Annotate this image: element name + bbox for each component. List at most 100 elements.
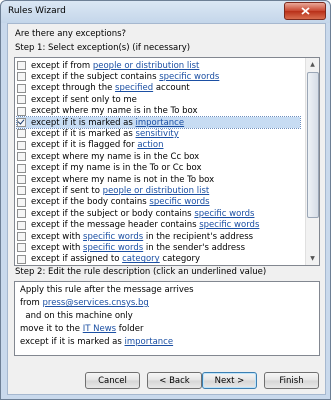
description-line: move it to the IT News folder — [20, 324, 144, 334]
condition-item[interactable]: except if the subject or body contains s… — [17, 208, 300, 219]
condition-text: except if it is flagged for — [31, 140, 138, 151]
condition-text: except where my name is in the To box — [31, 106, 198, 117]
description-text: move it to the — [20, 324, 83, 334]
condition-text: except if the message header contains — [31, 220, 200, 231]
condition-item[interactable]: except if the message header contains sp… — [17, 220, 300, 231]
condition-checkbox[interactable] — [17, 220, 26, 230]
back-button[interactable]: < Back — [147, 372, 202, 389]
condition-link[interactable]: specific words — [83, 243, 143, 253]
condition-checkbox[interactable] — [17, 186, 26, 196]
condition-text: except if it is marked as — [31, 128, 136, 139]
condition-text: except where my name is in the Cc box — [31, 151, 200, 162]
condition-checkbox[interactable] — [17, 72, 26, 82]
title-bar: Rules Wizard — [1, 1, 330, 21]
condition-link[interactable]: people or distribution list — [93, 61, 200, 71]
description-line: and on this machine only — [20, 311, 133, 321]
condition-item[interactable]: except if it is marked as sensitivity — [17, 128, 300, 139]
description-link[interactable]: importance — [125, 337, 174, 347]
scroll-thumb[interactable] — [307, 72, 319, 218]
condition-checkbox[interactable] — [17, 209, 26, 219]
condition-item[interactable]: except through the specified account — [17, 83, 300, 94]
condition-link[interactable]: category — [122, 254, 160, 264]
condition-link[interactable]: specific words — [199, 220, 259, 230]
close-button[interactable] — [284, 2, 326, 20]
condition-text: except if my name is in the To or Cc box — [31, 163, 202, 174]
condition-item[interactable]: except if the body contains specific wor… — [17, 197, 300, 208]
condition-item[interactable]: except if from people or distribution li… — [17, 60, 300, 71]
condition-checkbox[interactable] — [17, 129, 26, 139]
condition-link[interactable]: specified — [115, 83, 153, 93]
condition-text: except if it is marked as — [31, 117, 136, 128]
condition-link[interactable]: people or distribution list — [103, 186, 210, 196]
condition-item[interactable]: except if sent to people or distribution… — [17, 185, 300, 196]
scroll-down-icon[interactable]: ▼ — [307, 253, 318, 264]
condition-checkbox[interactable] — [17, 83, 26, 93]
condition-link[interactable]: specific words — [149, 197, 209, 207]
dialog-body: Are there any exceptions? Step 1: Select… — [7, 23, 326, 395]
condition-text: except with — [31, 242, 84, 253]
description-text: from — [20, 298, 43, 308]
condition-text: except if the subject contains — [31, 71, 160, 82]
condition-text-suffix: category — [159, 254, 200, 265]
exceptions-list[interactable]: except if from people or distribution li… — [14, 57, 320, 266]
condition-item[interactable]: except where my name is in the Cc box — [17, 151, 300, 162]
condition-link[interactable]: specific words — [159, 72, 219, 82]
condition-text: except if the subject or body contains — [31, 208, 195, 219]
condition-item[interactable]: except if sent only to me — [17, 94, 300, 105]
condition-checkbox[interactable] — [17, 175, 26, 184]
condition-checkbox[interactable] — [17, 232, 26, 241]
condition-text: except with — [31, 231, 84, 242]
condition-checkbox[interactable] — [17, 61, 26, 70]
condition-checkbox[interactable] — [17, 197, 26, 207]
next-button[interactable]: Next > — [202, 372, 257, 389]
cancel-button[interactable]: Cancel — [85, 372, 140, 389]
condition-item[interactable]: except if it is marked as importance — [16, 116, 301, 129]
condition-checkbox[interactable] — [17, 106, 26, 116]
condition-item[interactable]: except if the subject contains specific … — [17, 71, 300, 82]
condition-item[interactable]: except if assigned to category category — [17, 254, 300, 265]
condition-link[interactable]: specific words — [194, 209, 254, 219]
description-line: Apply this rule after the message arrive… — [20, 285, 194, 295]
description-line: from press@services.cnsys.bg — [20, 298, 149, 308]
condition-item[interactable]: except with specific words in the recipi… — [17, 231, 300, 242]
condition-text: except where my name is not in the To bo… — [31, 174, 215, 185]
condition-checkbox[interactable] — [17, 163, 26, 173]
description-link[interactable]: press@services.cnsys.bg — [42, 298, 148, 308]
condition-checkbox[interactable] — [17, 152, 26, 162]
condition-text-suffix: account — [153, 83, 190, 94]
exceptions-scrollbar[interactable]: ▲ ▼ — [305, 58, 319, 265]
condition-checkbox[interactable] — [17, 118, 26, 127]
condition-text: except if the body contains — [31, 197, 150, 208]
condition-link[interactable]: action — [137, 140, 163, 150]
condition-item[interactable]: except if it is flagged for action — [17, 140, 300, 151]
condition-link[interactable]: importance — [136, 118, 185, 128]
condition-text-suffix: in the sender's address — [143, 242, 246, 253]
condition-text: except if sent to — [31, 185, 103, 196]
condition-checkbox[interactable] — [17, 140, 26, 150]
step2-label: Step 2: Edit the rule description (click… — [15, 267, 267, 277]
condition-item[interactable]: except if my name is in the To or Cc box — [17, 163, 300, 174]
description-text: and on this machine only — [20, 311, 133, 321]
condition-checkbox[interactable] — [17, 254, 26, 264]
rule-description-box: Apply this rule after the message arrive… — [14, 281, 320, 356]
scroll-up-icon[interactable]: ▲ — [307, 59, 318, 70]
condition-link[interactable]: specific words — [83, 232, 143, 242]
rules-wizard-window: Rules Wizard Are there any exceptions? S… — [0, 0, 331, 400]
question-label: Are there any exceptions? — [15, 29, 127, 39]
description-link[interactable]: IT News — [83, 324, 116, 334]
finish-button[interactable]: Finish — [264, 372, 319, 389]
window-title: Rules Wizard — [8, 6, 66, 16]
condition-link[interactable]: sensitivity — [136, 129, 179, 139]
condition-checkbox[interactable] — [17, 243, 26, 253]
condition-text: except if sent only to me — [31, 94, 137, 105]
condition-checkbox[interactable] — [17, 95, 26, 105]
description-text: Apply this rule after the message arrive… — [20, 285, 194, 295]
description-line: except if it is marked as importance — [20, 337, 173, 347]
description-text: except if it is marked as — [20, 337, 125, 347]
condition-item[interactable]: except where my name is in the To box — [17, 106, 300, 117]
condition-text: except if assigned to — [31, 254, 123, 265]
condition-text: except through the — [31, 83, 116, 94]
description-text-suffix: folder — [116, 324, 144, 334]
condition-item[interactable]: except where my name is not in the To bo… — [17, 174, 300, 185]
condition-item[interactable]: except with specific words in the sender… — [17, 242, 300, 253]
